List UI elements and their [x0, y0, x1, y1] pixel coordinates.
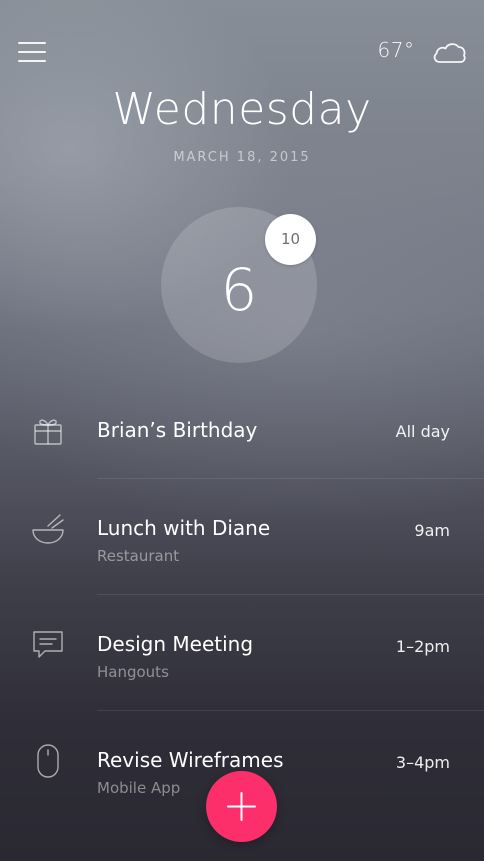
bowl-icon	[32, 514, 64, 544]
day-screen: 67° Wednesday MARCH 18, 2015 6 10 Brian’…	[0, 0, 484, 861]
date-label: MARCH 18, 2015	[173, 150, 311, 165]
event-count: 6	[220, 256, 258, 324]
event-time: 3–4pm	[395, 753, 450, 772]
page-title: Wednesday	[112, 84, 372, 135]
add-event-button[interactable]	[206, 771, 277, 842]
mouse-icon	[37, 744, 59, 778]
temperature: 67°	[377, 38, 415, 62]
event-title: Brian’s Birthday	[97, 418, 258, 442]
event-title: Revise Wireframes	[97, 748, 284, 772]
event-time: 1–2pm	[395, 637, 450, 656]
event-title: Design Meeting	[97, 632, 254, 656]
event-subtitle: Restaurant	[97, 547, 180, 565]
event-time: 9am	[414, 521, 450, 540]
count-badge[interactable]: 10	[265, 214, 316, 265]
event-item-birthday[interactable]: Brian’s Birthday All day	[0, 363, 484, 479]
event-subtitle: Hangouts	[97, 663, 169, 681]
chat-icon	[33, 631, 63, 658]
event-item-lunch[interactable]: Lunch with Diane Restaurant 9am	[0, 479, 484, 595]
gift-icon	[34, 419, 62, 445]
plus-icon	[227, 792, 256, 821]
event-item-design-meeting[interactable]: Design Meeting Hangouts 1–2pm	[0, 595, 484, 711]
cloud-icon[interactable]	[431, 38, 467, 68]
event-time: All day	[395, 422, 450, 441]
event-subtitle: Mobile App	[97, 779, 181, 797]
event-title: Lunch with Diane	[97, 516, 271, 540]
hamburger-menu-icon[interactable]	[18, 40, 46, 64]
